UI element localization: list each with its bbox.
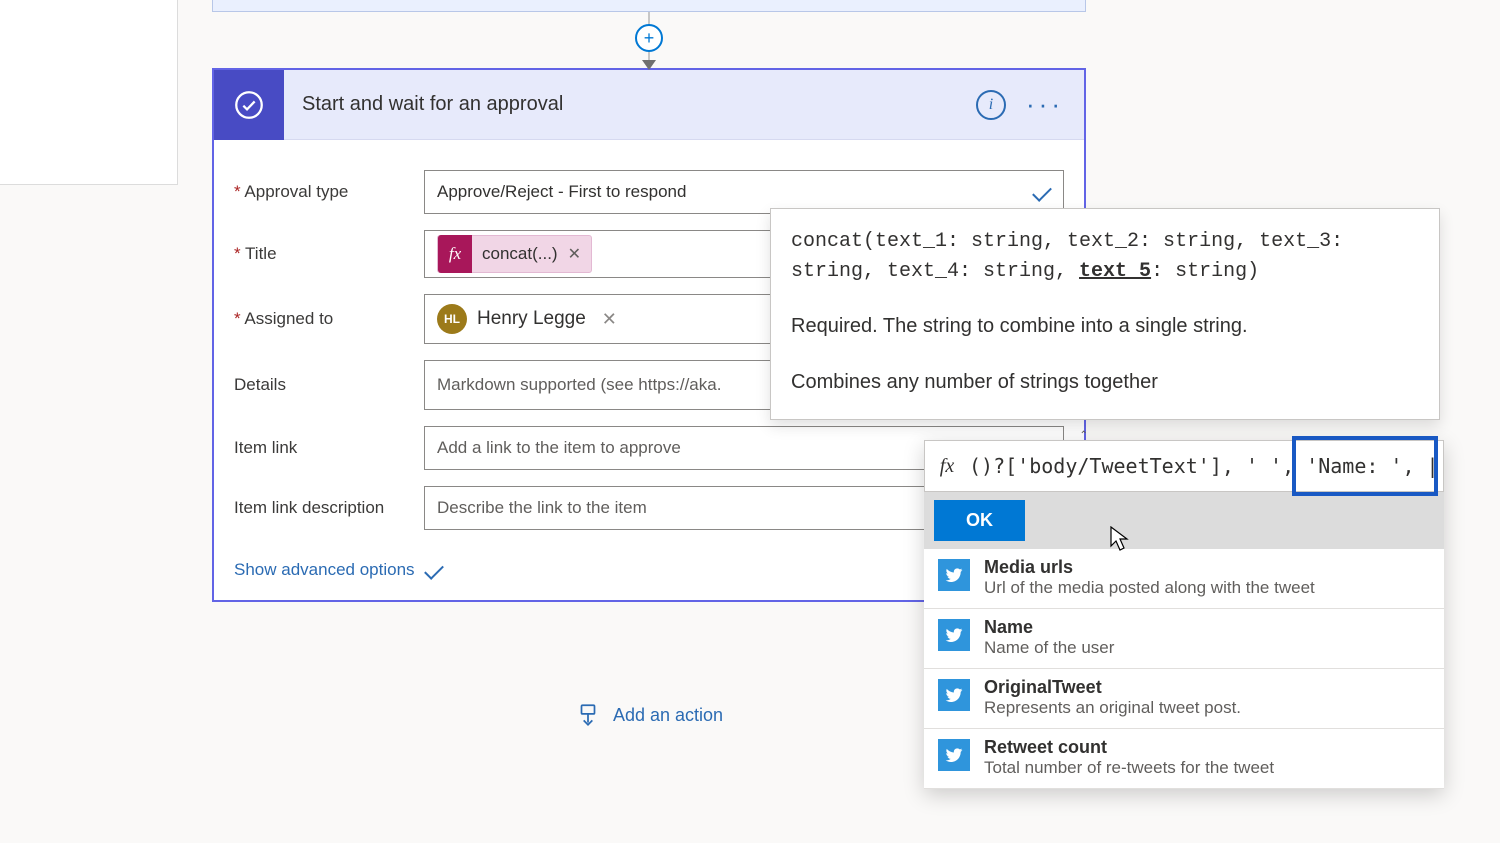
twitter-icon [938, 559, 970, 591]
dynamic-item-originaltweet[interactable]: OriginalTweet Represents an original twe… [924, 669, 1444, 729]
connector-arrow [642, 60, 656, 70]
remove-token-icon[interactable]: ✕ [568, 244, 581, 264]
dynamic-item-media-urls[interactable]: Media urls Url of the media posted along… [924, 549, 1444, 609]
details-label: Details [234, 375, 424, 395]
approval-type-label: Approval type [234, 182, 424, 202]
person-name: Henry Legge [477, 308, 586, 330]
item-link-label: Item link [234, 438, 424, 458]
twitter-icon [938, 619, 970, 651]
twitter-icon [938, 679, 970, 711]
approval-icon [214, 70, 284, 140]
show-advanced-toggle[interactable]: Show advanced options [234, 560, 443, 580]
remove-person-icon[interactable]: ✕ [602, 309, 617, 330]
expression-panel: fx ()?['body/TweetText'], ' ', 'Name: ',… [924, 440, 1444, 789]
more-menu-icon[interactable]: ··· [1026, 89, 1064, 120]
item-link-desc-label: Item link description [234, 498, 424, 518]
dynamic-item-retweet-count[interactable]: Retweet count Total number of re-tweets … [924, 729, 1444, 789]
chevron-down-icon [1032, 182, 1052, 202]
item-link-desc-placeholder: Describe the link to the item [437, 498, 647, 518]
function-signature-tooltip: concat(text_1: string, text_2: string, t… [770, 208, 1440, 420]
approval-type-value: Approve/Reject - First to respond [437, 182, 686, 202]
expression-text: ()?['body/TweetText'], ' ', 'Name: ', | [969, 454, 1443, 478]
step-header[interactable]: Start and wait for an approval i ··· [214, 70, 1084, 140]
dynamic-content-list: Media urls Url of the media posted along… [924, 549, 1444, 789]
fx-icon: fx [438, 235, 472, 273]
previous-card-fragment [0, 0, 178, 185]
details-placeholder: Markdown supported (see https://aka. [437, 375, 721, 395]
expression-input[interactable]: fx ()?['body/TweetText'], ' ', 'Name: ',… [924, 440, 1444, 492]
dynamic-item-name[interactable]: Name Name of the user [924, 609, 1444, 669]
step-title: Start and wait for an approval [284, 93, 976, 116]
expression-token[interactable]: fx concat(...) ✕ [437, 235, 592, 273]
title-label: Title [234, 244, 424, 264]
twitter-icon [938, 739, 970, 771]
add-action-icon [575, 702, 601, 728]
fx-icon: fx [925, 455, 969, 478]
add-step-button[interactable]: + [635, 24, 663, 52]
token-label: concat(...) [482, 244, 558, 264]
assigned-to-label: Assigned to [234, 309, 424, 329]
ok-button[interactable]: OK [934, 500, 1025, 541]
item-link-placeholder: Add a link to the item to approve [437, 438, 681, 458]
info-icon[interactable]: i [976, 90, 1006, 120]
chevron-down-icon [424, 560, 444, 580]
person-chip[interactable]: HL Henry Legge ✕ [437, 304, 617, 334]
previous-step-sliver [212, 0, 1086, 12]
avatar: HL [437, 304, 467, 334]
flow-connector: + [182, 12, 1116, 68]
